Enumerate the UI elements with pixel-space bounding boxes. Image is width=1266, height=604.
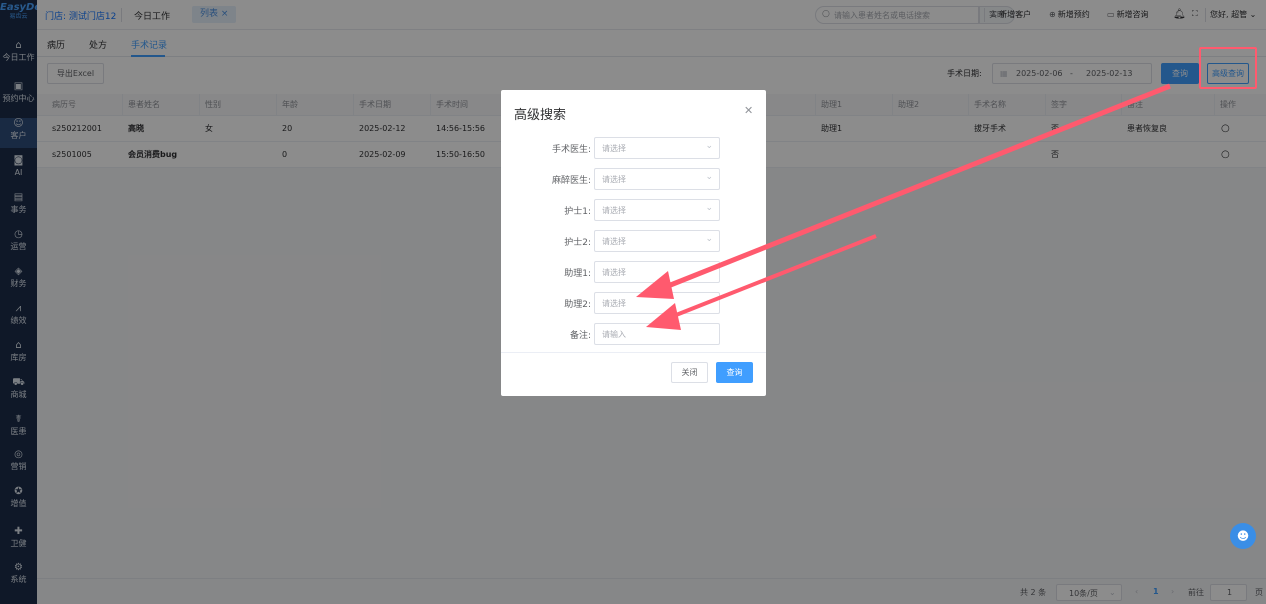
annotation-arrow-head — [646, 303, 681, 330]
annotation-arrow-head — [636, 271, 674, 299]
annotation-arrow-line — [662, 83, 1171, 291]
annotation-arrow-line — [670, 234, 877, 319]
person-icon: ☻ — [1236, 529, 1250, 543]
customer-service-button[interactable]: ☻ — [1230, 523, 1256, 549]
annotation-arrows — [636, 83, 1171, 330]
